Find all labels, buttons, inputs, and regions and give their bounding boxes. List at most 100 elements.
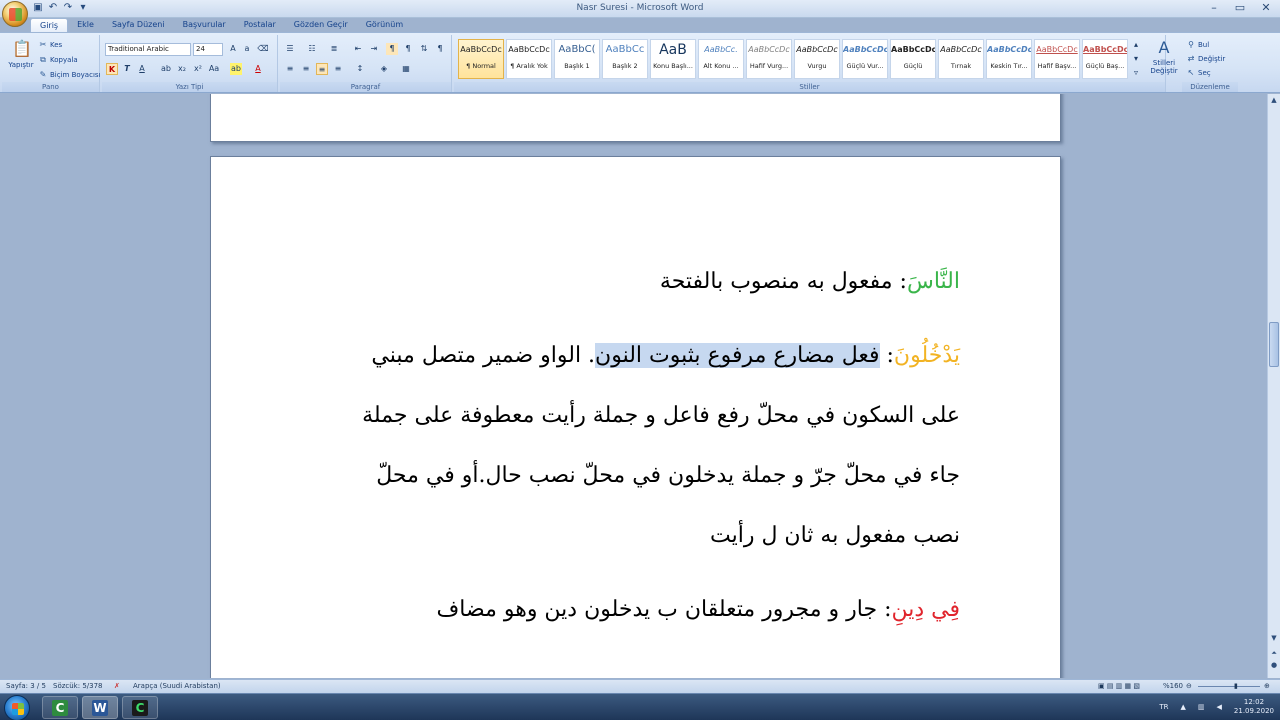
multilevel-list-icon[interactable]: ≣ [328, 43, 340, 55]
previous-page-icon[interactable]: ⏶ [1268, 647, 1280, 659]
language-indicator[interactable]: Arapça (Suudi Arabistan) [133, 682, 221, 690]
borders-icon[interactable]: ▦ [400, 63, 412, 75]
style-no-spacing[interactable]: AaBbCcDc ¶ Aralık Yok [506, 39, 552, 79]
tab-home[interactable]: Giriş [30, 18, 69, 32]
change-case-icon[interactable]: Aa [208, 63, 220, 75]
taskbar-recorder-app[interactable]: C [122, 696, 158, 719]
line-spacing-icon[interactable]: ↕ [354, 63, 366, 75]
volume-icon[interactable]: ◀ [1217, 703, 1222, 711]
maximize-icon[interactable]: ▭ [1234, 1, 1246, 14]
highlight-icon[interactable]: ab [230, 63, 242, 75]
styles-more-icon[interactable]: ▿ [1130, 67, 1142, 79]
style-intense-quote[interactable]: AaBbCcDc Keskin Tır... [986, 39, 1032, 79]
underline-button[interactable]: A [136, 63, 148, 75]
strikethrough-icon[interactable]: ab [160, 63, 172, 75]
cut-button[interactable]: ✂ Kes [38, 40, 63, 50]
styles-scroll-up-icon[interactable]: ▴ [1130, 39, 1142, 51]
clock[interactable]: 12:02 21.09.2020 [1234, 698, 1274, 716]
language-bar[interactable]: TR [1159, 703, 1168, 711]
paragraph-yadkhuluna[interactable]: يَدْخُلُونَ: فعل مضارع مرفوع بثبوت النون… [371, 343, 960, 368]
tab-view[interactable]: Görünüm [357, 18, 412, 32]
show-marks-icon[interactable]: ¶ [434, 43, 446, 55]
style-title[interactable]: AaB Konu Başlı... [650, 39, 696, 79]
style-strong[interactable]: AaBbCcDc Güçlü [890, 39, 936, 79]
tab-references[interactable]: Başvurular [174, 18, 235, 32]
ltr-icon[interactable]: ¶ [402, 43, 414, 55]
superscript-icon[interactable]: x² [192, 63, 204, 75]
tab-review[interactable]: Gözden Geçir [285, 18, 357, 32]
minimize-icon[interactable]: – [1208, 1, 1220, 14]
justify-icon[interactable]: ≡ [332, 63, 344, 75]
font-name-select[interactable]: Traditional Arabic [105, 43, 191, 56]
view-buttons[interactable]: ▣ ▤ ▥ ▦ ▧ [1098, 682, 1140, 690]
network-icon[interactable]: ▥ [1198, 703, 1205, 711]
word-count[interactable]: Sözcük: 5/378 [53, 682, 103, 690]
shading-icon[interactable]: ◈ [378, 63, 390, 75]
scroll-down-icon[interactable]: ▼ [1268, 632, 1280, 644]
browse-object-icon[interactable]: ● [1268, 659, 1280, 671]
style-emphasis[interactable]: AaBbCcDc Vurgu [794, 39, 840, 79]
style-quote[interactable]: AaBbCcDc Tırnak [938, 39, 984, 79]
align-left-icon[interactable]: ≡ [284, 63, 296, 75]
paste-button[interactable]: 📋 Yapıştır [6, 39, 36, 69]
office-button[interactable] [2, 1, 28, 27]
style-intense-emphasis[interactable]: AaBbCcDc Güçlü Vur... [842, 39, 888, 79]
page-indicator[interactable]: Sayfa: 3 / 5 [6, 682, 46, 690]
style-subtle-emphasis[interactable]: AaBbCcDc Hafif Vurg... [746, 39, 792, 79]
taskbar-word-app[interactable]: W [82, 696, 118, 719]
tab-page-layout[interactable]: Sayfa Düzeni [103, 18, 174, 32]
style-normal[interactable]: AaBbCcDc ¶ Normal [458, 39, 504, 79]
zoom-slider[interactable] [1198, 686, 1260, 687]
paragraph-line-3[interactable]: على السكون في محلّ رفع فاعل و جملة رأيت … [362, 403, 960, 428]
clear-format-icon[interactable]: ⌫ [257, 43, 269, 55]
previous-page[interactable] [210, 94, 1061, 142]
paragraph-fi-din[interactable]: فِي دِينِ: جار و مجرور متعلقان ب يدخلون … [436, 597, 960, 622]
format-painter-button[interactable]: ✎ Biçim Boyacısı [38, 70, 101, 80]
replace-button[interactable]: ⇄ Değiştir [1186, 54, 1226, 64]
style-subtitle[interactable]: AaBbCc. Alt Konu ... [698, 39, 744, 79]
align-center-icon[interactable]: ≡ [300, 63, 312, 75]
zoom-level[interactable]: %160 [1163, 682, 1183, 690]
decrease-indent-icon[interactable]: ⇤ [352, 43, 364, 55]
styles-scroll-down-icon[interactable]: ▾ [1130, 53, 1142, 65]
style-intense-reference[interactable]: AaBbCcDc Güçlü Baş... [1082, 39, 1128, 79]
subscript-icon[interactable]: x₂ [176, 63, 188, 75]
numbering-icon[interactable]: ☷ [306, 43, 318, 55]
selected-text[interactable]: فعل مضارع مرفوع بثبوت النون [595, 343, 880, 368]
current-page[interactable]: النَّاسَ: مفعول به منصوب بالفتحة يَدْخُل… [210, 156, 1061, 678]
tab-mailings[interactable]: Postalar [235, 18, 285, 32]
taskbar-camtasia-app[interactable]: C [42, 696, 78, 719]
style-subtle-reference[interactable]: AaBbCcDc Hafif Başv... [1034, 39, 1080, 79]
bold-button[interactable]: K [106, 63, 118, 75]
rtl-icon[interactable]: ¶ [386, 43, 398, 55]
style-heading-2[interactable]: AaBbCc Başlık 2 [602, 39, 648, 79]
zoom-slider-thumb[interactable]: ▮ [1234, 682, 1238, 690]
sort-icon[interactable]: ⇅ [418, 43, 430, 55]
start-button[interactable] [4, 695, 30, 720]
align-right-icon[interactable]: ≡ [316, 63, 328, 75]
change-styles-button[interactable]: A Stilleri Değiştir [1144, 39, 1184, 76]
increase-indent-icon[interactable]: ⇥ [368, 43, 380, 55]
grow-font-icon[interactable]: A [227, 43, 239, 55]
find-button[interactable]: ⚲ Bul [1186, 40, 1209, 50]
zoom-out-icon[interactable]: ⊖ [1186, 682, 1192, 690]
paragraph-annas[interactable]: النَّاسَ: مفعول به منصوب بالفتحة [660, 269, 960, 294]
style-heading-1[interactable]: AaBbC(Başlık 1 [554, 39, 600, 79]
copy-button[interactable]: ⧉ Kopyala [38, 55, 78, 65]
tab-insert[interactable]: Ekle [68, 18, 103, 32]
italic-button[interactable]: T [121, 63, 133, 75]
close-icon[interactable]: ✕ [1260, 1, 1272, 14]
shrink-font-icon[interactable]: a [241, 43, 253, 55]
font-color-icon[interactable]: A [252, 63, 264, 75]
paragraph-line-5[interactable]: نصب مفعول به ثان ل رأيت [710, 523, 960, 548]
select-button[interactable]: ↖ Seç [1186, 68, 1211, 78]
paragraph-line-4[interactable]: جاء في محلّ جرّ و جملة يدخلون في محلّ نص… [376, 463, 960, 488]
tray-up-icon[interactable]: ▲ [1181, 703, 1186, 711]
document-area[interactable]: النَّاسَ: مفعول به منصوب بالفتحة يَدْخُل… [0, 94, 1267, 678]
scroll-up-icon[interactable]: ▲ [1268, 94, 1280, 106]
vertical-scrollbar[interactable]: ▲ ▼ ⏶ ● [1267, 94, 1280, 678]
bullets-icon[interactable]: ☰ [284, 43, 296, 55]
proofing-icon[interactable]: ✗ [114, 682, 120, 690]
font-size-select[interactable]: 24 [193, 43, 223, 56]
zoom-in-icon[interactable]: ⊕ [1264, 682, 1270, 690]
